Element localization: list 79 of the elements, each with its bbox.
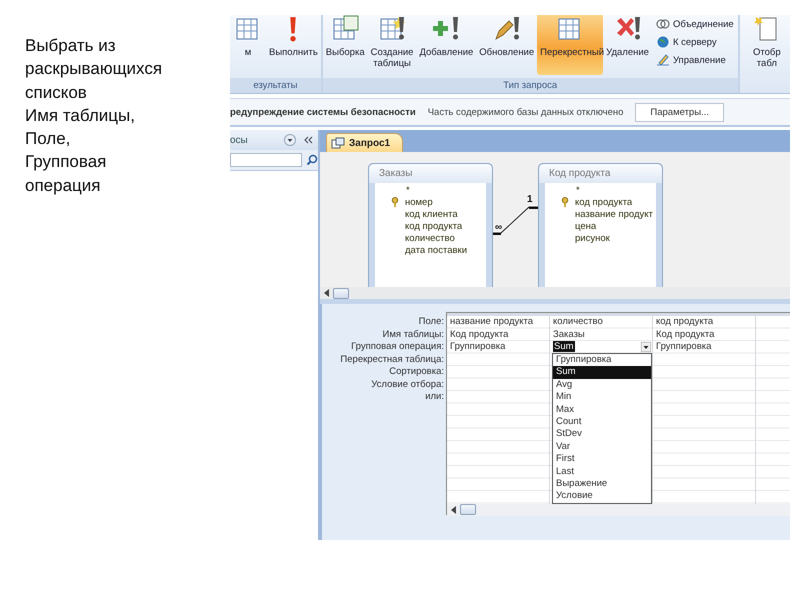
table-box[interactable]: Заказы * номер код клиента код продукта количество дата поставки [368,163,493,287]
scroll-left-icon[interactable] [451,506,457,514]
field-name[interactable]: дата поставки [405,244,468,256]
dropdown-option[interactable]: Условие [553,490,651,503]
globe-icon [656,36,670,48]
dropdown-option[interactable]: Max [553,404,651,416]
field-name[interactable]: рисунок [575,232,610,244]
search-icon[interactable] [306,154,318,166]
scroll-thumb[interactable] [333,288,349,298]
row-label: или: [424,391,445,404]
grid-cell[interactable]: количество [553,316,603,327]
options-button[interactable]: Параметры... [635,102,724,122]
ribbon-button[interactable]: Отобр табл [744,15,790,75]
row-label: Условие отбора: [370,378,445,391]
ribbon-button[interactable]: Создание таблицы [368,15,416,75]
dropdown-option[interactable]: Var [553,440,651,454]
row-label: Имя таблицы: [382,328,445,341]
grid-cell[interactable]: Группировка [450,341,506,352]
ribbon-button[interactable]: м [230,15,266,75]
ribbon-button[interactable]: Объединение [656,17,734,31]
one-label: 1 [527,194,533,205]
row-label: Групповая операция: [350,341,445,354]
search-field[interactable] [230,153,302,167]
field-name[interactable]: название продукт [575,208,653,220]
group-label: езультаты [230,78,321,93]
total-combo[interactable]: Sum [553,341,652,352]
dropdown-option[interactable]: Count [553,416,651,428]
table-title: Код продукта [539,164,662,183]
pane-title: осы [230,134,249,146]
dropdown-option[interactable]: Avg [553,378,651,392]
row-label: Поле: [418,316,445,328]
grid-cell[interactable]: Заказы [553,328,585,340]
dropdown-option[interactable]: Sum [553,366,651,379]
field-name[interactable]: количество [405,232,455,244]
table-title: Заказы [369,164,492,183]
ribbon-button[interactable]: К серверу [656,35,734,49]
grid-cell[interactable]: название продукта [450,316,534,327]
pencil-icon [656,54,670,66]
grid-cell[interactable]: Код продукта [450,328,508,340]
row-label: Сортировка: [388,366,445,378]
dropdown-icon[interactable] [641,342,651,352]
query-icon [331,137,345,149]
relationship-line [493,206,538,235]
security-message: Часть содержимого базы данных отключено [428,106,624,118]
ribbon-button[interactable]: Добавление [416,15,476,75]
scroll-left-icon[interactable] [324,289,330,297]
field-name[interactable]: код продукта [405,220,462,232]
dropdown-option[interactable]: Min [553,391,651,404]
group-label: Тип запроса [322,78,738,93]
dropdown-icon[interactable] [284,134,296,146]
field-name[interactable]: * [575,184,580,196]
grid-cell[interactable]: Код продукта [656,328,714,340]
dropdown-option[interactable]: Выражение [553,478,651,490]
ribbon-button[interactable]: Управление [656,53,734,67]
grid-cell[interactable]: код продукта [656,316,714,327]
dropdown-option[interactable]: StDev [553,428,651,441]
collapse-icon[interactable] [302,134,314,146]
field-name[interactable]: код продукта [575,196,632,208]
query-tab[interactable]: Запрос1 [326,133,404,152]
table-box[interactable]: Код продукта * код продукта название продукт цена рисунок [538,163,663,287]
ribbon-button[interactable]: Обновление [476,15,538,75]
field-name[interactable]: цена [575,220,596,232]
dropdown-option[interactable]: First [553,453,651,466]
grid-cell[interactable]: Группировка [656,341,712,352]
many-label: ∞ [495,222,502,233]
dropdown-option[interactable]: Группировка [553,354,651,366]
exclamation-icon [289,16,298,42]
field-name[interactable]: номер [405,196,433,208]
scroll-thumb[interactable] [460,504,476,515]
field-name[interactable]: код клиента [405,208,458,220]
dropdown-option[interactable]: Last [553,466,651,478]
security-title: редупреждение системы безопасности [230,106,416,118]
row-label: Перекрестная таблица: [339,354,445,366]
ribbon-button[interactable]: Выборка [322,15,368,75]
ribbon-button[interactable]: Выполнить [266,15,321,75]
field-name[interactable]: * [405,184,410,196]
slide-text: Выбрать из раскрывающихся списков Имя таблицы, Поле, Групповая операция [25,35,164,197]
ribbon-button[interactable]: Удаление [603,15,652,75]
rings-icon [656,18,670,30]
